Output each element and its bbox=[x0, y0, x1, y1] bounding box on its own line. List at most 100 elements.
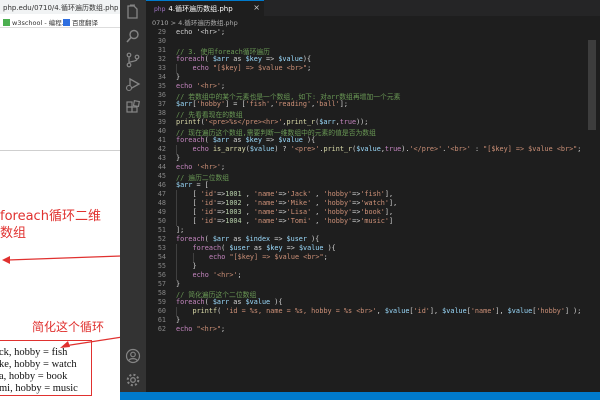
code-token: , bbox=[311, 208, 324, 216]
code-token: '<hr>' bbox=[212, 271, 238, 279]
indent-guide bbox=[176, 190, 177, 199]
line-number: 33 bbox=[157, 64, 166, 72]
code-token: "[$key] => $value <br>" bbox=[483, 145, 578, 153]
breadcrumb[interactable]: 0710 > 4.循环遍历数组.php bbox=[146, 16, 600, 27]
settings-gear-icon[interactable] bbox=[125, 372, 141, 388]
code-token: 'hobby' bbox=[536, 307, 565, 315]
code-line: 56 echo '<hr>'; bbox=[146, 271, 600, 280]
line-number: 51 bbox=[157, 226, 166, 234]
line-number: 61 bbox=[157, 316, 166, 324]
line-number: 37 bbox=[157, 100, 166, 108]
code-token: ( bbox=[204, 235, 213, 243]
code-text: } bbox=[176, 280, 180, 288]
code-token: , bbox=[376, 307, 385, 315]
code-text: } bbox=[176, 154, 180, 162]
code-token: ; bbox=[221, 325, 226, 333]
debug-icon[interactable] bbox=[125, 76, 141, 92]
browser-tab[interactable]: php.edu/0710/4.循环遍历数组.php bbox=[0, 0, 120, 14]
code-token: => bbox=[261, 55, 279, 63]
code-token: } bbox=[192, 262, 197, 270]
editor-tab-bar: php 4.循环遍历数组.php × bbox=[146, 0, 600, 16]
line-number: 53 bbox=[157, 244, 166, 252]
code-token: 'ball' bbox=[315, 100, 340, 108]
code-token: 1004 bbox=[225, 217, 242, 225]
code-text: } bbox=[193, 262, 197, 270]
code-line: 42 echo is_array($value) ? '<pre>'.print_… bbox=[146, 145, 600, 154]
output-line: a, hobby = book bbox=[0, 371, 68, 382]
code-token: "[$key] => $value <br>" bbox=[212, 64, 308, 72]
code-token: 'Tomi' bbox=[286, 217, 312, 225]
source-control-icon[interactable] bbox=[125, 52, 141, 68]
code-line: 58// 简化遍历这个二位数组 bbox=[146, 289, 600, 299]
code-text: printf('<pre>%s</pre><hr>',print_r($arr,… bbox=[176, 118, 368, 126]
code-token: )); bbox=[356, 118, 369, 126]
code-token: 'hobby' bbox=[323, 199, 353, 207]
code-line: 40// 现在遍历这个数组,需要判断一维数组中的元素的值是否为数组 bbox=[146, 127, 600, 137]
close-icon[interactable]: × bbox=[253, 3, 260, 12]
code-token: , bbox=[311, 190, 324, 198]
code-text: printf( 'id = %s, name = %s, hobby = %s … bbox=[193, 307, 582, 315]
code-token: $index bbox=[245, 235, 271, 243]
code-token: } bbox=[176, 73, 181, 81]
code-token: ){ bbox=[323, 244, 336, 252]
code-token: [ bbox=[192, 208, 201, 216]
code-line: 46 $arr = [ bbox=[146, 181, 600, 190]
code-line: 54 echo "[$key] => $value <br>"; bbox=[146, 253, 600, 262]
code-token: ], bbox=[495, 307, 508, 315]
search-icon[interactable] bbox=[125, 28, 141, 44]
code-text: echo "[$key] => $value <br>"; bbox=[193, 64, 312, 72]
explorer-icon[interactable] bbox=[125, 4, 141, 20]
code-text: [ 'id'=>1004 , 'name'=>'Tomi' , 'hobby'=… bbox=[193, 217, 394, 225]
code-line: 50[ 'id'=>1004 , 'name'=>'Tomi' , 'hobby… bbox=[146, 217, 600, 226]
bookmark-w3school[interactable]: w3school - 编程... bbox=[3, 17, 68, 27]
code-token: echo bbox=[176, 82, 193, 90]
code-token: echo bbox=[192, 64, 209, 72]
code-token: ]; bbox=[176, 226, 185, 234]
annotation-text: foreach循环二维 数组 bbox=[0, 209, 101, 241]
code-text: ]; bbox=[176, 226, 184, 234]
line-number: 29 bbox=[157, 28, 166, 36]
code-token: 'name' bbox=[253, 190, 279, 198]
scrollbar-thumb[interactable] bbox=[588, 40, 596, 130]
editor-tab-active[interactable]: php 4.循环遍历数组.php × bbox=[146, 0, 264, 16]
code-token: ){ bbox=[302, 136, 316, 144]
code-token: foreach bbox=[192, 244, 222, 252]
code-editor-window: php 4.循环遍历数组.php × 0710 > 4.循环遍历数组.php 29… bbox=[120, 0, 600, 400]
code-text: $arr = [ bbox=[176, 181, 209, 189]
code-token: => bbox=[282, 244, 299, 252]
code-token: 'name' bbox=[253, 208, 279, 216]
line-number: 36 bbox=[157, 91, 166, 99]
code-line: 34} bbox=[146, 73, 600, 82]
code-area[interactable]: 29 echo '<hr>'; 30 31// 3. 使用foreach循环遍历 32 f… bbox=[146, 28, 600, 392]
line-number: 49 bbox=[157, 208, 166, 216]
code-token: 'name' bbox=[253, 217, 279, 225]
code-line: 45// 遍历二位数组 bbox=[146, 172, 600, 182]
bookmark-label: w3school - 编程... bbox=[12, 19, 68, 27]
code-token: : bbox=[470, 145, 484, 153]
code-token: print_r bbox=[323, 145, 353, 153]
code-token: as bbox=[229, 235, 246, 243]
line-number: 47 bbox=[157, 190, 166, 198]
code-token: $arr bbox=[212, 55, 230, 63]
code-token: 'book' bbox=[360, 208, 385, 216]
code-token: 'id = %s, name = %s, hobby = %s <br>' bbox=[225, 307, 377, 315]
code-line: 62 echo "<hr>"; bbox=[146, 325, 600, 334]
code-token: $arr bbox=[212, 298, 230, 306]
code-line: 49[ 'id'=>1003 , 'name'=>'Lisa' , 'hobby… bbox=[146, 208, 600, 217]
code-token: => bbox=[278, 190, 287, 198]
code-token: foreach bbox=[176, 136, 205, 144]
code-token: printf bbox=[192, 307, 218, 315]
extensions-icon[interactable] bbox=[125, 100, 141, 116]
code-token: 1003 bbox=[225, 208, 242, 216]
code-token: ], bbox=[384, 208, 394, 216]
code-token: [ bbox=[192, 190, 201, 198]
line-number: 52 bbox=[157, 235, 166, 243]
code-token: $value bbox=[245, 298, 271, 306]
code-token: print_r bbox=[286, 118, 316, 126]
bookmark-baidu-translate[interactable]: 百度翻译 bbox=[63, 17, 98, 27]
code-token: foreach bbox=[176, 55, 205, 63]
account-icon[interactable] bbox=[125, 348, 141, 364]
code-token: ], bbox=[429, 307, 443, 315]
code-token: $value bbox=[278, 55, 303, 63]
code-text: echo is_array($value) ? '<pre>'.print_r(… bbox=[193, 145, 582, 153]
